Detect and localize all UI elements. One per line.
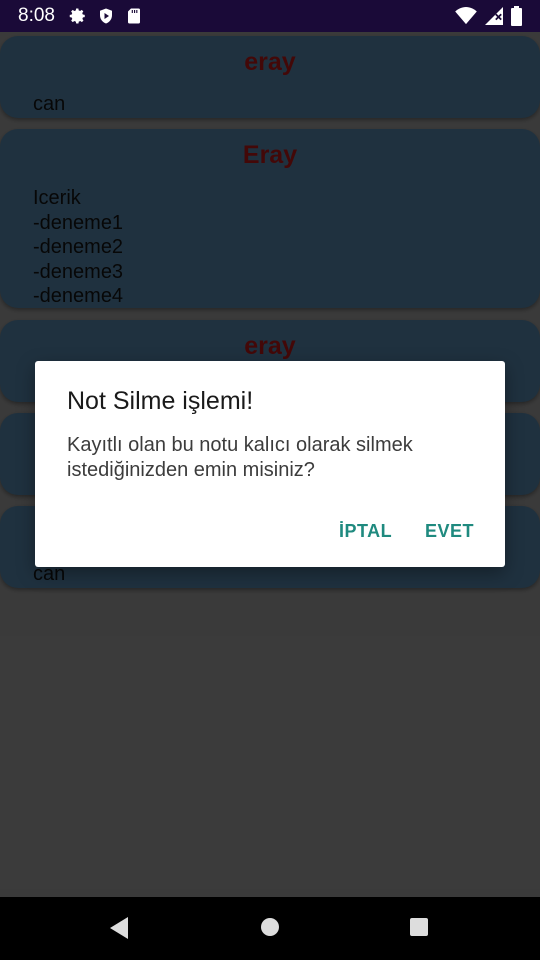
status-time: 8:08	[18, 5, 55, 26]
signal-icon	[485, 7, 503, 25]
battery-icon	[511, 6, 522, 26]
gear-icon	[69, 8, 85, 24]
recents-icon[interactable]	[408, 916, 430, 938]
sd-card-icon	[127, 8, 140, 24]
play-protect-icon	[99, 8, 112, 24]
cancel-button[interactable]: İPTAL	[339, 521, 392, 542]
dialog-title: Not Silme işlemi!	[67, 387, 254, 415]
delete-confirm-dialog: Not Silme işlemi! Kayıtlı olan bu notu k…	[35, 361, 505, 567]
home-icon[interactable]	[259, 916, 281, 938]
status-right-icons	[455, 6, 522, 26]
navigation-bar	[0, 897, 540, 960]
status-bar: 8:08	[0, 0, 540, 32]
back-icon[interactable]	[108, 916, 130, 940]
dialog-message: Kayıtlı olan bu notu kalıcı olarak silme…	[67, 434, 413, 481]
confirm-button[interactable]: EVET	[425, 521, 474, 542]
wifi-icon	[455, 7, 477, 25]
